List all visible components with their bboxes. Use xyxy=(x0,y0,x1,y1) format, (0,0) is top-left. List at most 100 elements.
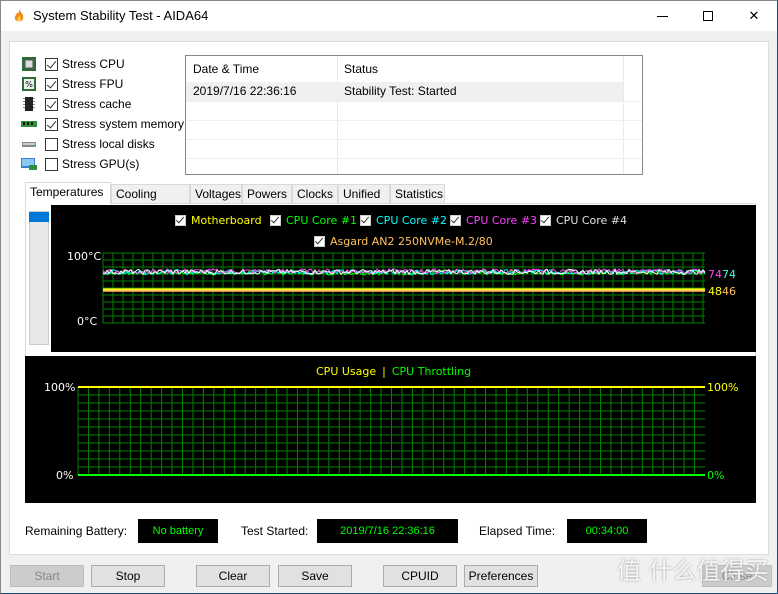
option-label: Stress system memory xyxy=(62,117,185,131)
stress-option-stress-system-memory[interactable]: Stress system memory xyxy=(21,115,184,133)
checkbox[interactable] xyxy=(45,157,58,171)
cpu-y-min-left: 0% xyxy=(56,469,74,482)
memory-icon xyxy=(21,117,37,131)
disk-icon xyxy=(21,137,37,151)
tab-temperatures[interactable]: Temperatures xyxy=(25,182,111,205)
option-label: Stress FPU xyxy=(62,77,124,91)
legend-label: CPU Core #2 xyxy=(376,214,448,227)
cpu-chart-legend: CPU Usage | CPU Throttling xyxy=(316,365,471,378)
stop-button[interactable]: Stop xyxy=(91,565,165,587)
legend-label: Motherboard xyxy=(191,214,262,227)
scrollbar-thumb[interactable] xyxy=(29,212,49,222)
temperature-plot xyxy=(102,252,706,324)
checkbox-cpu-core-3[interactable] xyxy=(450,215,461,226)
stress-option-stress-gpu-s[interactable]: Stress GPU(s) xyxy=(21,155,139,173)
value-motherboard: 48 xyxy=(708,285,722,298)
elapsed-time-label: Elapsed Time: xyxy=(479,524,556,538)
cpu-y-max-right: 100% xyxy=(707,381,739,394)
preferences-button[interactable]: Preferences xyxy=(464,565,538,587)
stress-option-stress-cpu[interactable]: Stress CPU xyxy=(21,55,125,73)
column-header-datetime[interactable]: Date & Time xyxy=(186,56,337,82)
legend-cpu-throttling: CPU Throttling xyxy=(391,365,472,378)
window-title: System Stability Test - AIDA64 xyxy=(33,8,209,23)
checkbox[interactable] xyxy=(45,97,58,111)
test-started-label: Test Started: xyxy=(241,524,309,538)
fpu-icon: % xyxy=(21,77,37,91)
legend-cpu-core-2[interactable]: CPU Core #2 xyxy=(360,214,447,227)
checkbox[interactable] xyxy=(45,117,58,131)
row-line xyxy=(186,158,642,159)
tab-unified[interactable]: Unified xyxy=(338,184,390,204)
option-label: Stress CPU xyxy=(62,57,125,71)
cpu-plot xyxy=(77,386,705,476)
tab-statistics[interactable]: Statistics xyxy=(390,184,445,204)
option-label: Stress cache xyxy=(62,97,132,111)
maximize-button[interactable] xyxy=(685,1,731,31)
checkbox[interactable] xyxy=(45,137,58,151)
legend-label: CPU Core #4 xyxy=(556,214,628,227)
title-bar: System Stability Test - AIDA64 ✕ xyxy=(1,1,777,31)
elapsed-time-value: 00:34:00 xyxy=(567,519,647,543)
cpuid-button[interactable]: CPUID xyxy=(383,565,457,587)
temperature-chart: Motherboard CPU Core #1 CPU Core #2 CPU … xyxy=(51,205,756,352)
checkbox[interactable] xyxy=(45,77,58,91)
battery-label: Remaining Battery: xyxy=(25,524,128,538)
row-line xyxy=(186,120,642,121)
legend-asgard-ssd[interactable]: Asgard AN2 250NVMe-M.2/80 xyxy=(314,235,493,248)
battery-value: No battery xyxy=(138,519,218,543)
legend-label: Asgard AN2 250NVMe-M.2/80 xyxy=(330,235,493,248)
y-axis-max-label: 100°C xyxy=(67,250,102,263)
test-started-value: 2019/7/16 22:36:16 xyxy=(317,519,458,543)
row-line xyxy=(186,139,642,140)
tab-cooling-fans[interactable]: Cooling Fans xyxy=(111,184,190,219)
flame-icon xyxy=(14,9,24,22)
save-button[interactable]: Save xyxy=(278,565,352,587)
checkbox-asgard-ssd[interactable] xyxy=(314,236,325,247)
clear-button[interactable]: Clear xyxy=(196,565,270,587)
row-datetime: 2019/7/16 22:36:16 xyxy=(193,84,297,98)
checkbox[interactable] xyxy=(45,57,58,71)
value-core2: 74 xyxy=(722,268,736,281)
legend-separator: | xyxy=(382,365,386,378)
value-core3: 74 xyxy=(708,268,722,281)
legend-cpu-core-3[interactable]: CPU Core #3 xyxy=(450,214,537,227)
close-icon: ✕ xyxy=(748,8,760,24)
cpu-icon xyxy=(21,57,37,71)
start-button[interactable]: Start xyxy=(10,565,84,587)
cpu-y-max-left: 100% xyxy=(44,381,76,394)
legend-cpu-core-4[interactable]: CPU Core #4 xyxy=(540,214,627,227)
option-label: Stress local disks xyxy=(62,137,155,151)
row-status: Stability Test: Started xyxy=(344,84,457,98)
legend-cpu-core-1[interactable]: CPU Core #1 xyxy=(270,214,357,227)
checkbox-cpu-core-4[interactable] xyxy=(540,215,551,226)
cpu-usage-chart: CPU Usage | CPU Throttling 100% 0% 100% … xyxy=(25,356,756,503)
tab-powers[interactable]: Powers xyxy=(242,184,292,204)
legend-cpu-usage: CPU Usage xyxy=(316,365,377,378)
checkbox-cpu-core-1[interactable] xyxy=(270,215,281,226)
table-row[interactable]: 2019/7/16 22:36:16 Stability Test: Start… xyxy=(186,82,623,101)
aida64-window: System Stability Test - AIDA64 ✕ Stress … xyxy=(0,0,778,594)
cpu-y-min-right: 0% xyxy=(707,469,725,482)
close-window-button[interactable]: ✕ xyxy=(731,1,777,31)
value-ssd: 46 xyxy=(722,285,736,298)
checkbox-motherboard[interactable] xyxy=(175,215,186,226)
log-table[interactable]: Date & Time Status 2019/7/16 22:36:16 St… xyxy=(185,55,643,175)
chart-scrollbar[interactable] xyxy=(29,211,49,345)
minimize-button[interactable] xyxy=(639,1,685,31)
stress-option-stress-cache[interactable]: Stress cache xyxy=(21,95,131,113)
stress-option-stress-local-disks[interactable]: Stress local disks xyxy=(21,135,155,153)
tab-voltages[interactable]: Voltages xyxy=(190,184,242,204)
svg-text:%: % xyxy=(25,80,33,89)
stress-option-stress-fpu[interactable]: % Stress FPU xyxy=(21,75,123,93)
gpu-icon xyxy=(21,157,37,171)
legend-motherboard[interactable]: Motherboard xyxy=(175,214,262,227)
column-header-status[interactable]: Status xyxy=(337,56,623,82)
legend-label: CPU Core #3 xyxy=(466,214,538,227)
legend-label: CPU Core #1 xyxy=(286,214,358,227)
y-axis-min-label: 0°C xyxy=(77,315,98,328)
cache-icon xyxy=(21,97,37,111)
tab-clocks[interactable]: Clocks xyxy=(292,184,338,204)
checkbox-cpu-core-2[interactable] xyxy=(360,215,371,226)
row-line xyxy=(186,101,642,102)
option-label: Stress GPU(s) xyxy=(62,157,140,171)
